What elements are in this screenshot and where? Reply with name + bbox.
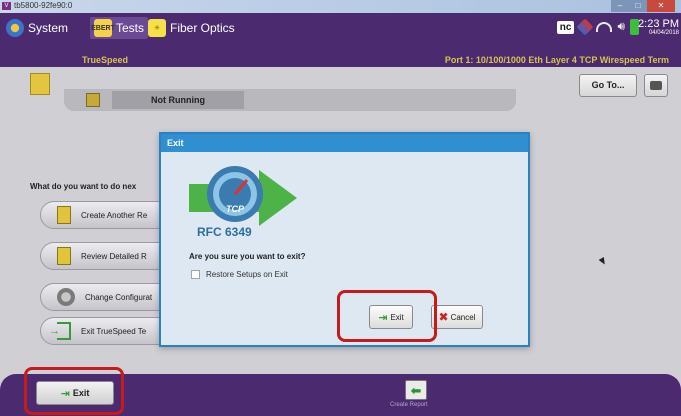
create-report-label: Create Report	[390, 402, 428, 408]
screenshot-button[interactable]	[644, 74, 668, 97]
dialog-exit-label: Exit	[390, 312, 404, 322]
tab-tests[interactable]: EBERT Tests	[90, 17, 149, 39]
tab-system-label: System	[28, 21, 69, 35]
port-info: Port 1: 10/100/1000 Eth Layer 4 TCP Wire…	[444, 55, 669, 65]
mouse-cursor-icon	[598, 256, 608, 267]
exit-icon: ⇥	[60, 387, 70, 400]
minimize-button[interactable]: –	[611, 0, 629, 12]
tab-fiber-optics-label: Fiber Optics	[170, 21, 235, 35]
document-icon	[57, 247, 71, 265]
window-title: tb5800-92fe90:0	[14, 1, 73, 10]
document-icon	[57, 206, 71, 224]
clock-date: 04/04/2018	[648, 30, 679, 36]
arrow-left-icon: ⬅	[410, 382, 422, 398]
network-icon[interactable]	[576, 18, 594, 36]
tab-fiber-optics[interactable]: ✳ Fiber Optics	[148, 17, 235, 39]
app-header: System EBERT Tests ✳ Fiber Optics TrueSp…	[0, 13, 681, 67]
option-label: Create Another Re	[81, 210, 148, 220]
option-label: Exit TrueSpeed Te	[81, 326, 147, 336]
dialog-exit-button[interactable]: ⇥ Exit	[369, 305, 413, 329]
camera-icon	[650, 81, 662, 90]
option-label: Change Configurat	[85, 292, 153, 302]
exit-icon	[49, 322, 71, 340]
dialog-question: Are you sure you want to exit?	[189, 252, 306, 261]
next-action-question: What do you want to do nex	[30, 182, 137, 191]
test-status-icon[interactable]	[30, 73, 50, 95]
dialog-cancel-label: Cancel	[450, 312, 476, 322]
window-controls: – □ ✕	[611, 0, 675, 12]
create-report-button[interactable]: ⬅	[405, 380, 427, 400]
nc-badge[interactable]: nc	[556, 20, 575, 34]
close-icon: ✖	[438, 310, 449, 324]
clock: 2:23 PM 04/04/2018	[638, 18, 679, 36]
checkbox[interactable]	[191, 270, 200, 279]
goto-button[interactable]: Go To...	[579, 74, 637, 97]
app-name: TrueSpeed	[82, 55, 129, 65]
footer-exit-button[interactable]: ⇥ Exit	[36, 381, 114, 405]
logo-text: RFC 6349	[197, 225, 252, 238]
tab-tests-label: Tests	[116, 21, 145, 35]
gear-icon	[57, 288, 75, 306]
wifi-icon[interactable]	[596, 22, 613, 32]
fiber-optics-icon: ✳	[148, 19, 166, 37]
status-tray: nc 🔊︎	[556, 18, 639, 36]
option-label: Review Detailed R	[81, 251, 147, 261]
logo-badge-text: TCP	[226, 204, 245, 214]
window-titlebar: V tb5800-92fe90:0 – □ ✕	[0, 0, 681, 13]
tab-system[interactable]: System	[6, 17, 68, 39]
run-state-label: Not Running	[112, 91, 244, 109]
exit-dialog: Exit TCP RFC 6349 Are you sure you want …	[159, 132, 530, 347]
checkbox-label: Restore Setups on Exit	[206, 270, 288, 279]
exit-icon: ⇥	[378, 311, 388, 324]
footer-exit-label: Exit	[72, 388, 90, 398]
run-state-icon[interactable]	[86, 93, 100, 107]
tcp-rfc6349-logo: TCP RFC 6349	[189, 166, 297, 238]
app-logo-icon: V	[2, 2, 11, 10]
dialog-title: Exit	[161, 134, 528, 152]
status-strip: Not Running	[64, 89, 516, 111]
system-icon	[6, 19, 24, 37]
dialog-cancel-button[interactable]: ✖ Cancel	[431, 305, 483, 329]
close-button[interactable]: ✕	[647, 0, 675, 12]
tests-icon: EBERT	[91, 19, 115, 37]
maximize-button[interactable]: □	[629, 0, 647, 12]
volume-icon[interactable]: 🔊︎	[617, 19, 625, 35]
clock-time: 2:23 PM	[638, 18, 679, 30]
restore-setups-checkbox[interactable]: Restore Setups on Exit	[191, 270, 288, 279]
